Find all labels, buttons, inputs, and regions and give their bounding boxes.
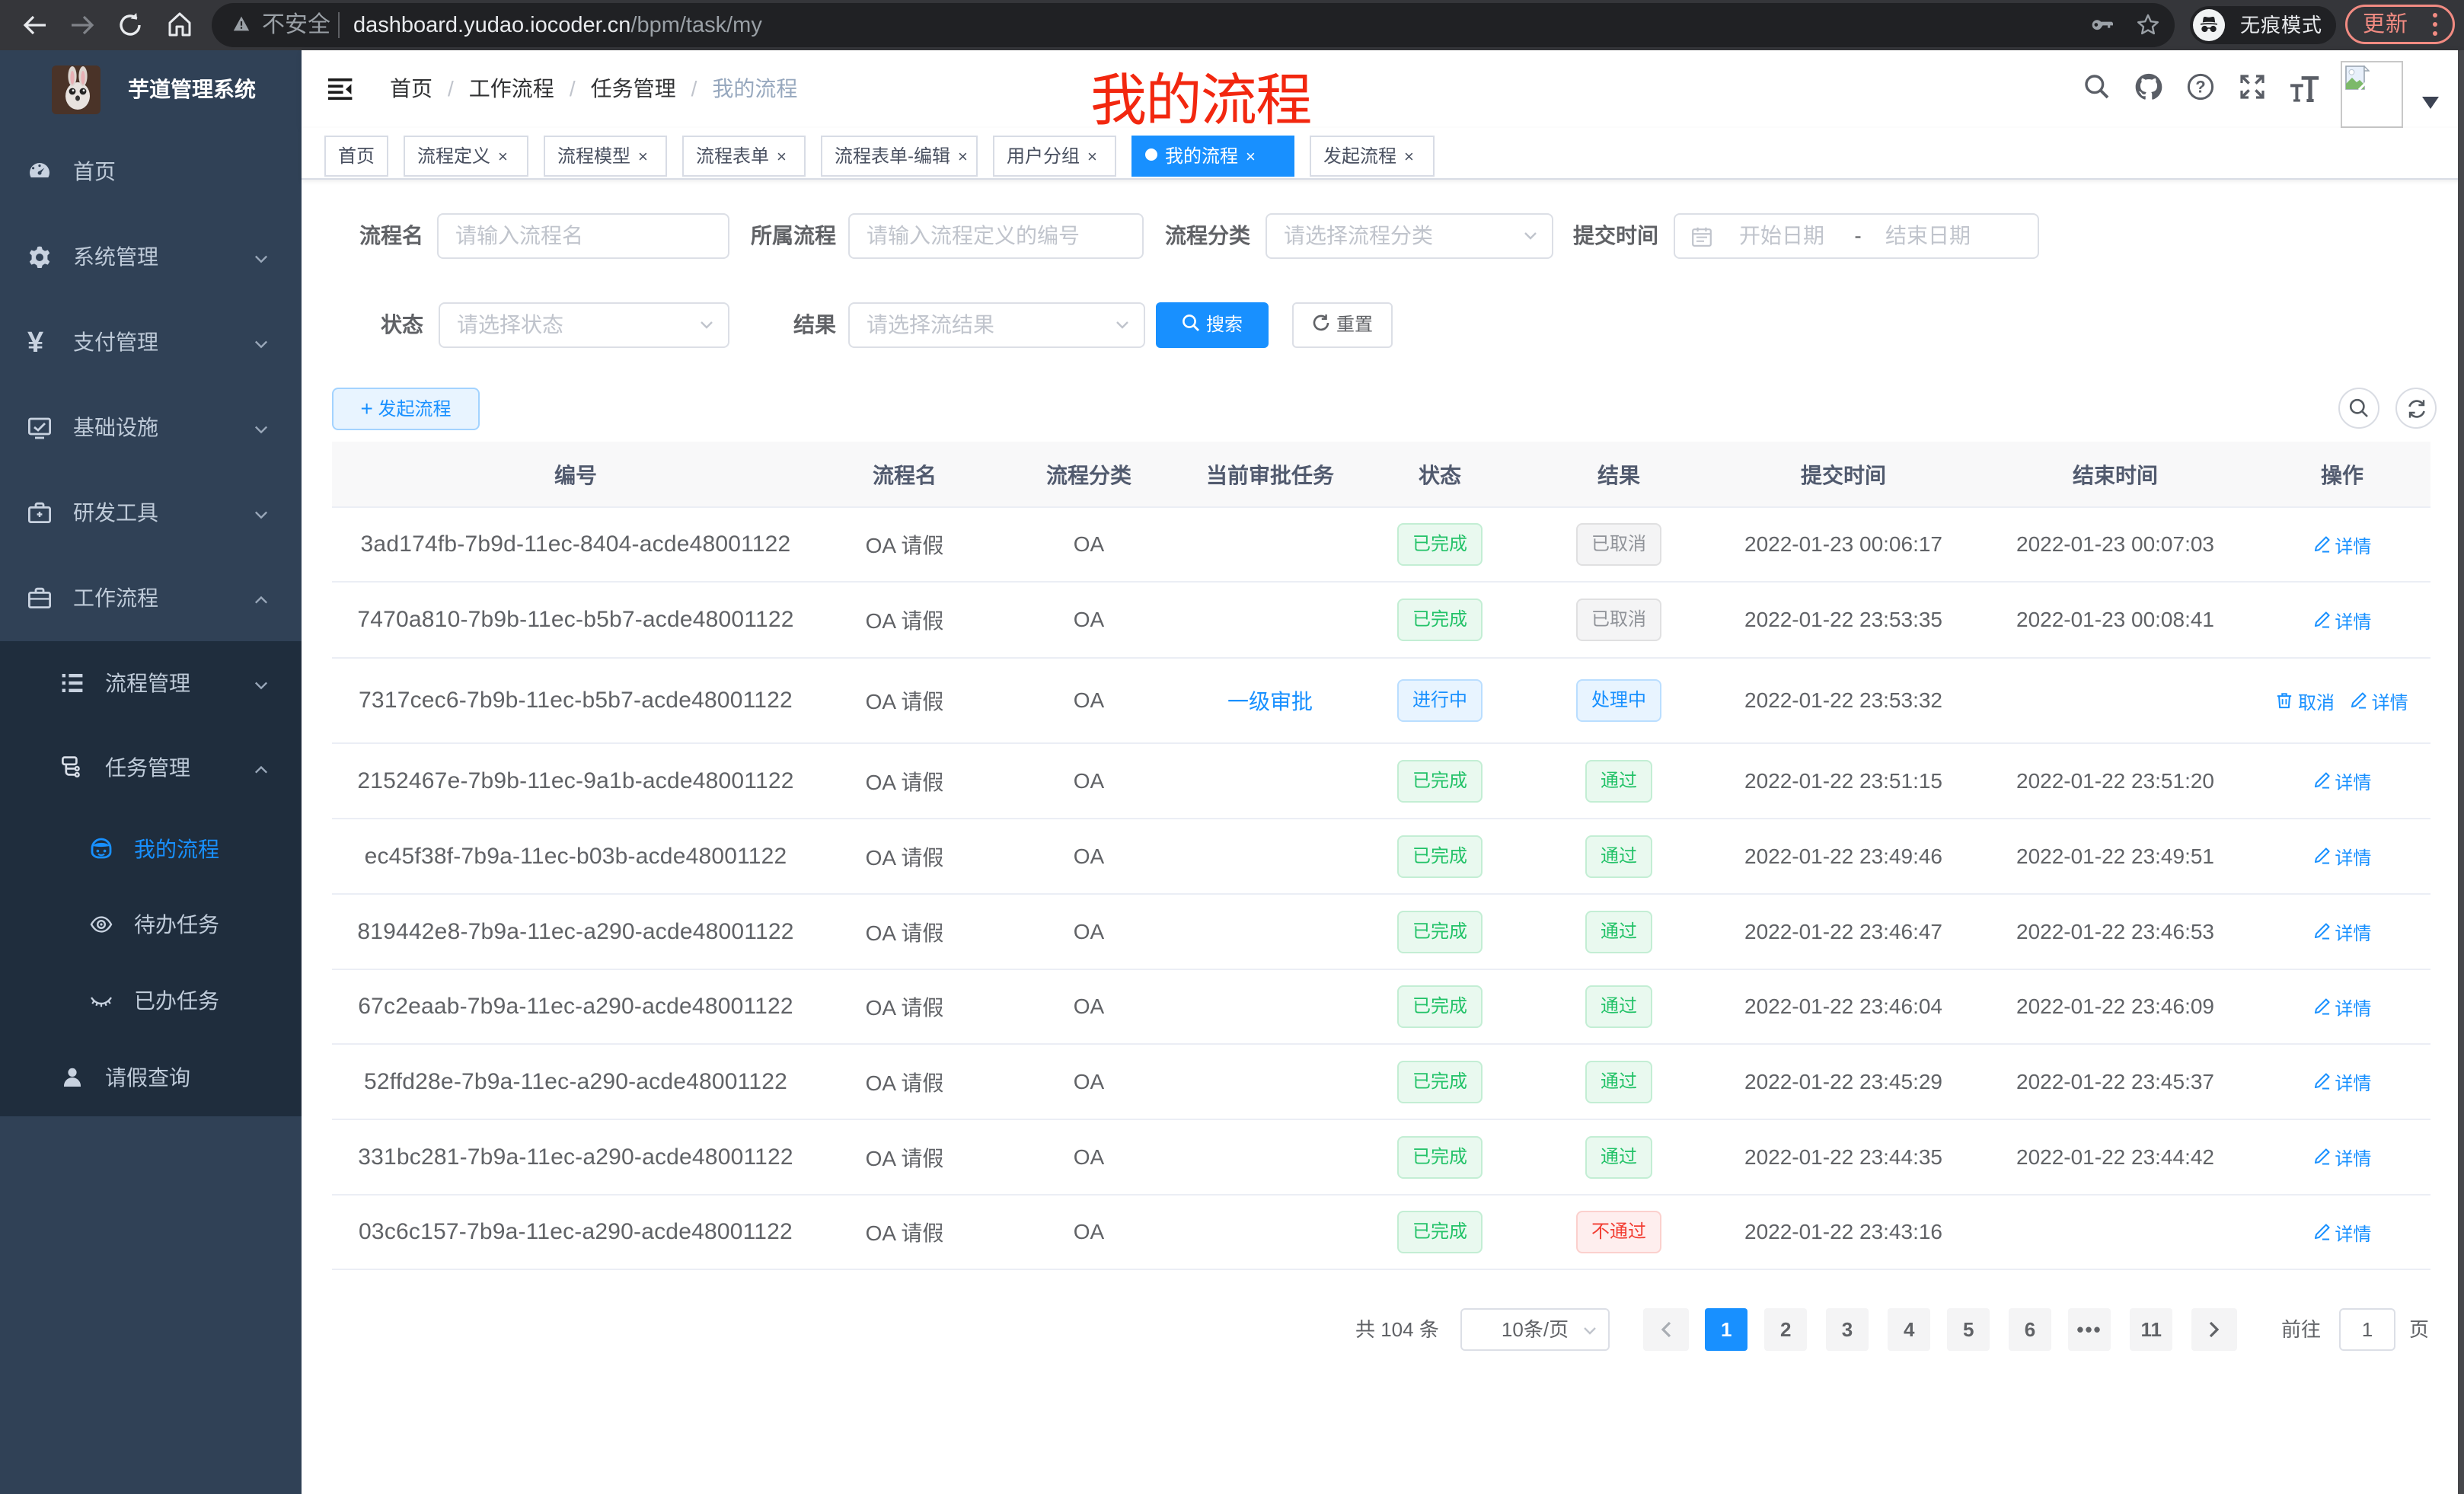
svg-text:?: ?	[2195, 78, 2205, 97]
